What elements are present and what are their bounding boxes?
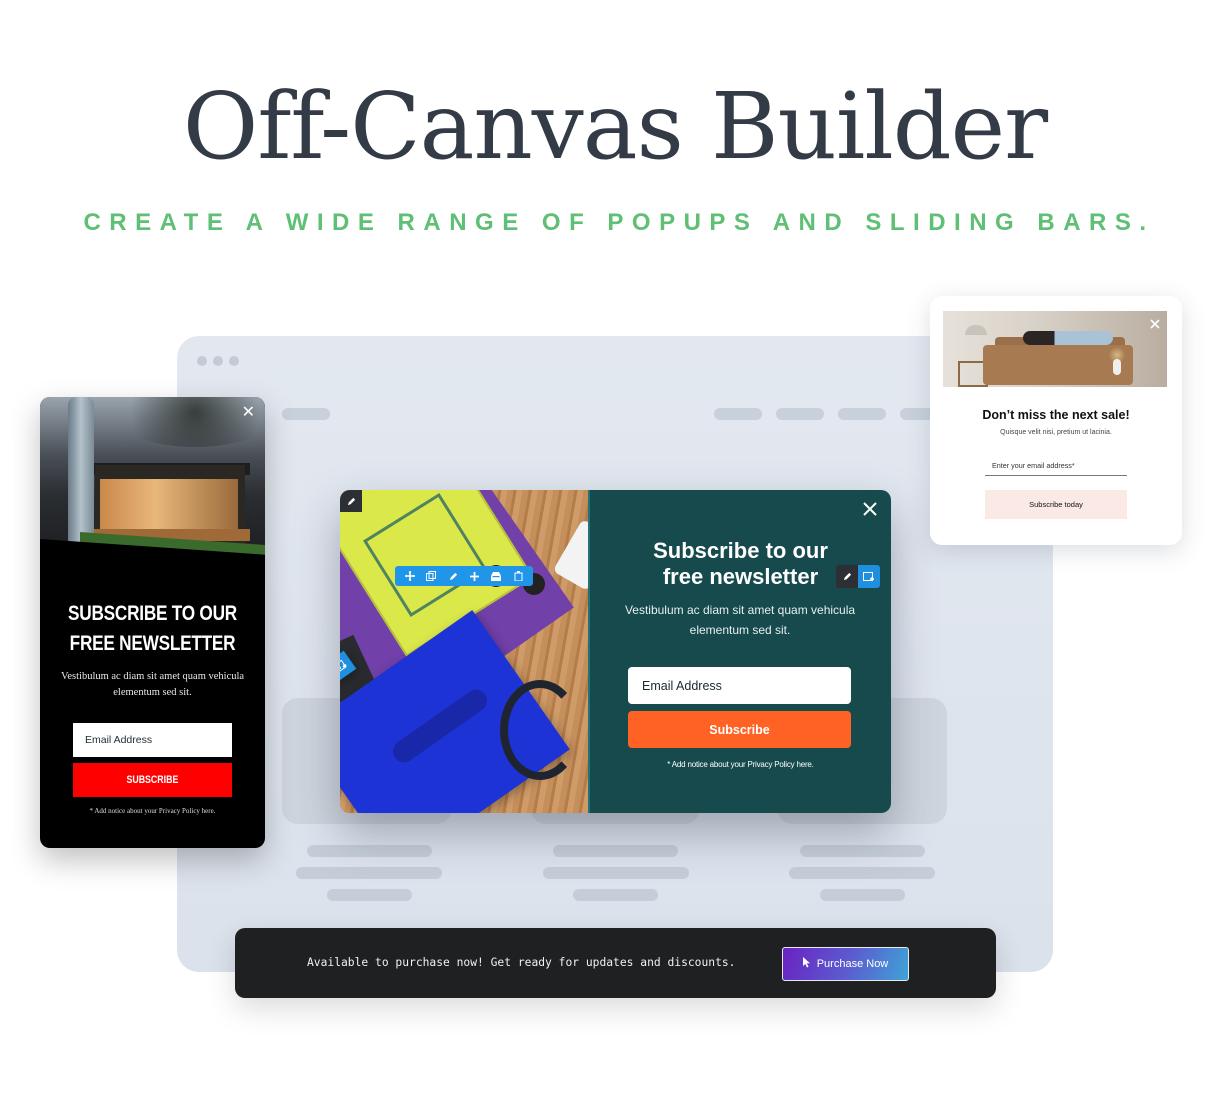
cursor-icon [802, 957, 811, 971]
element-toolbar [395, 566, 533, 586]
privacy-notice: * Add notice about your Privacy Policy h… [667, 760, 814, 769]
email-input[interactable]: Email Address [73, 723, 232, 757]
move-icon[interactable] [403, 569, 417, 583]
text-placeholder [820, 889, 905, 901]
text-placeholder [296, 867, 442, 879]
right-sale-popup: Don’t miss the next sale! Quisque velit … [930, 296, 1182, 545]
subscribe-today-button[interactable]: Subscribe today [985, 490, 1127, 519]
heading-line: FREE NEWSLETTER [69, 632, 236, 655]
email-input[interactable]: Email Address [628, 667, 851, 704]
delete-icon[interactable] [511, 569, 525, 583]
close-icon[interactable]: ✕ [242, 405, 255, 421]
desk-photo [340, 490, 588, 813]
window-dot [229, 356, 239, 366]
heading-tools [836, 565, 880, 588]
page-title: Off-Canvas Builder [182, 73, 1048, 180]
text-placeholder [543, 867, 689, 879]
purchase-now-label: Purchase Now [816, 958, 889, 970]
text-placeholder [307, 845, 432, 857]
text-placeholder [789, 867, 935, 879]
subscribe-button[interactable]: Subscribe [628, 711, 851, 748]
page-subtitle: CREATE A WIDE RANGE OF POPUPS AND SLIDIN… [83, 209, 1155, 236]
edit-icon[interactable] [340, 490, 362, 512]
popup-heading: Don’t miss the next sale! [982, 408, 1130, 422]
subscribe-button-label: SUBSCRIBE [126, 774, 179, 786]
nav-placeholder [776, 408, 824, 420]
house-photo [40, 397, 265, 562]
window-dot [197, 356, 207, 366]
logo-placeholder [282, 408, 330, 420]
text-placeholder [573, 889, 658, 901]
nav-placeholder [714, 408, 762, 420]
privacy-notice: * Add notice about your Privacy Policy h… [89, 807, 216, 815]
email-input[interactable]: Enter your email address* [985, 456, 1127, 476]
living-room-photo [943, 311, 1167, 387]
image-corner-tools [340, 490, 362, 682]
popup-description: Quisque velit nisi, pretium ut lacinia. [1000, 429, 1112, 436]
edit-icon[interactable] [836, 565, 858, 588]
text-placeholder [327, 889, 412, 901]
add-section-icon[interactable] [858, 565, 880, 588]
window-controls [197, 356, 239, 366]
popup-heading: SUBSCRIBE TO OUR FREE NEWSLETTER [60, 599, 245, 659]
save-icon[interactable] [489, 569, 503, 583]
popup-description: Vestibulum ac diam sit amet quam vehicul… [624, 603, 856, 637]
duplicate-icon[interactable] [424, 569, 438, 583]
heading-line: Subscribe to our [653, 538, 828, 563]
heading-line: SUBSCRIBE TO OUR [68, 602, 237, 625]
nav-placeholder [838, 408, 886, 420]
left-newsletter-popup: ✕ SUBSCRIBE TO OUR FREE NEWSLETTER Vesti… [40, 397, 265, 848]
sliding-bar: Available to purchase now! Get ready for… [235, 928, 996, 998]
center-newsletter-popup: Subscribe to our free newsletter Vestibu… [340, 490, 891, 813]
close-icon[interactable] [863, 502, 877, 516]
purchase-now-button[interactable]: Purchase Now [782, 947, 909, 981]
add-icon[interactable] [468, 569, 482, 583]
text-placeholder [553, 845, 678, 857]
bar-message: Available to purchase now! Get ready for… [307, 956, 736, 969]
edit-icon[interactable] [446, 569, 460, 583]
subscribe-button[interactable]: SUBSCRIBE [73, 763, 232, 797]
close-icon[interactable] [1150, 316, 1160, 329]
popup-description: Vestibulum ac diam sit amet quam vehicul… [60, 671, 245, 698]
window-dot [213, 356, 223, 366]
text-placeholder [800, 845, 925, 857]
